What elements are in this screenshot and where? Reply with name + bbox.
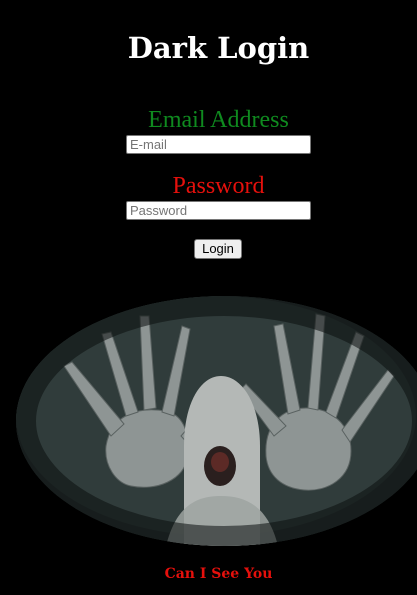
password-label: Password xyxy=(172,173,265,199)
login-button[interactable]: Login xyxy=(194,239,242,259)
email-field[interactable] xyxy=(126,135,311,154)
image-caption: Can I See You xyxy=(164,566,273,582)
page-title: Dark Login xyxy=(127,31,310,65)
password-field[interactable] xyxy=(126,201,311,220)
creature-image xyxy=(16,296,417,546)
login-page: Dark Login Email Address Password Login xyxy=(0,0,417,595)
email-label: Email Address xyxy=(148,107,289,133)
creature-illustration xyxy=(16,296,417,546)
